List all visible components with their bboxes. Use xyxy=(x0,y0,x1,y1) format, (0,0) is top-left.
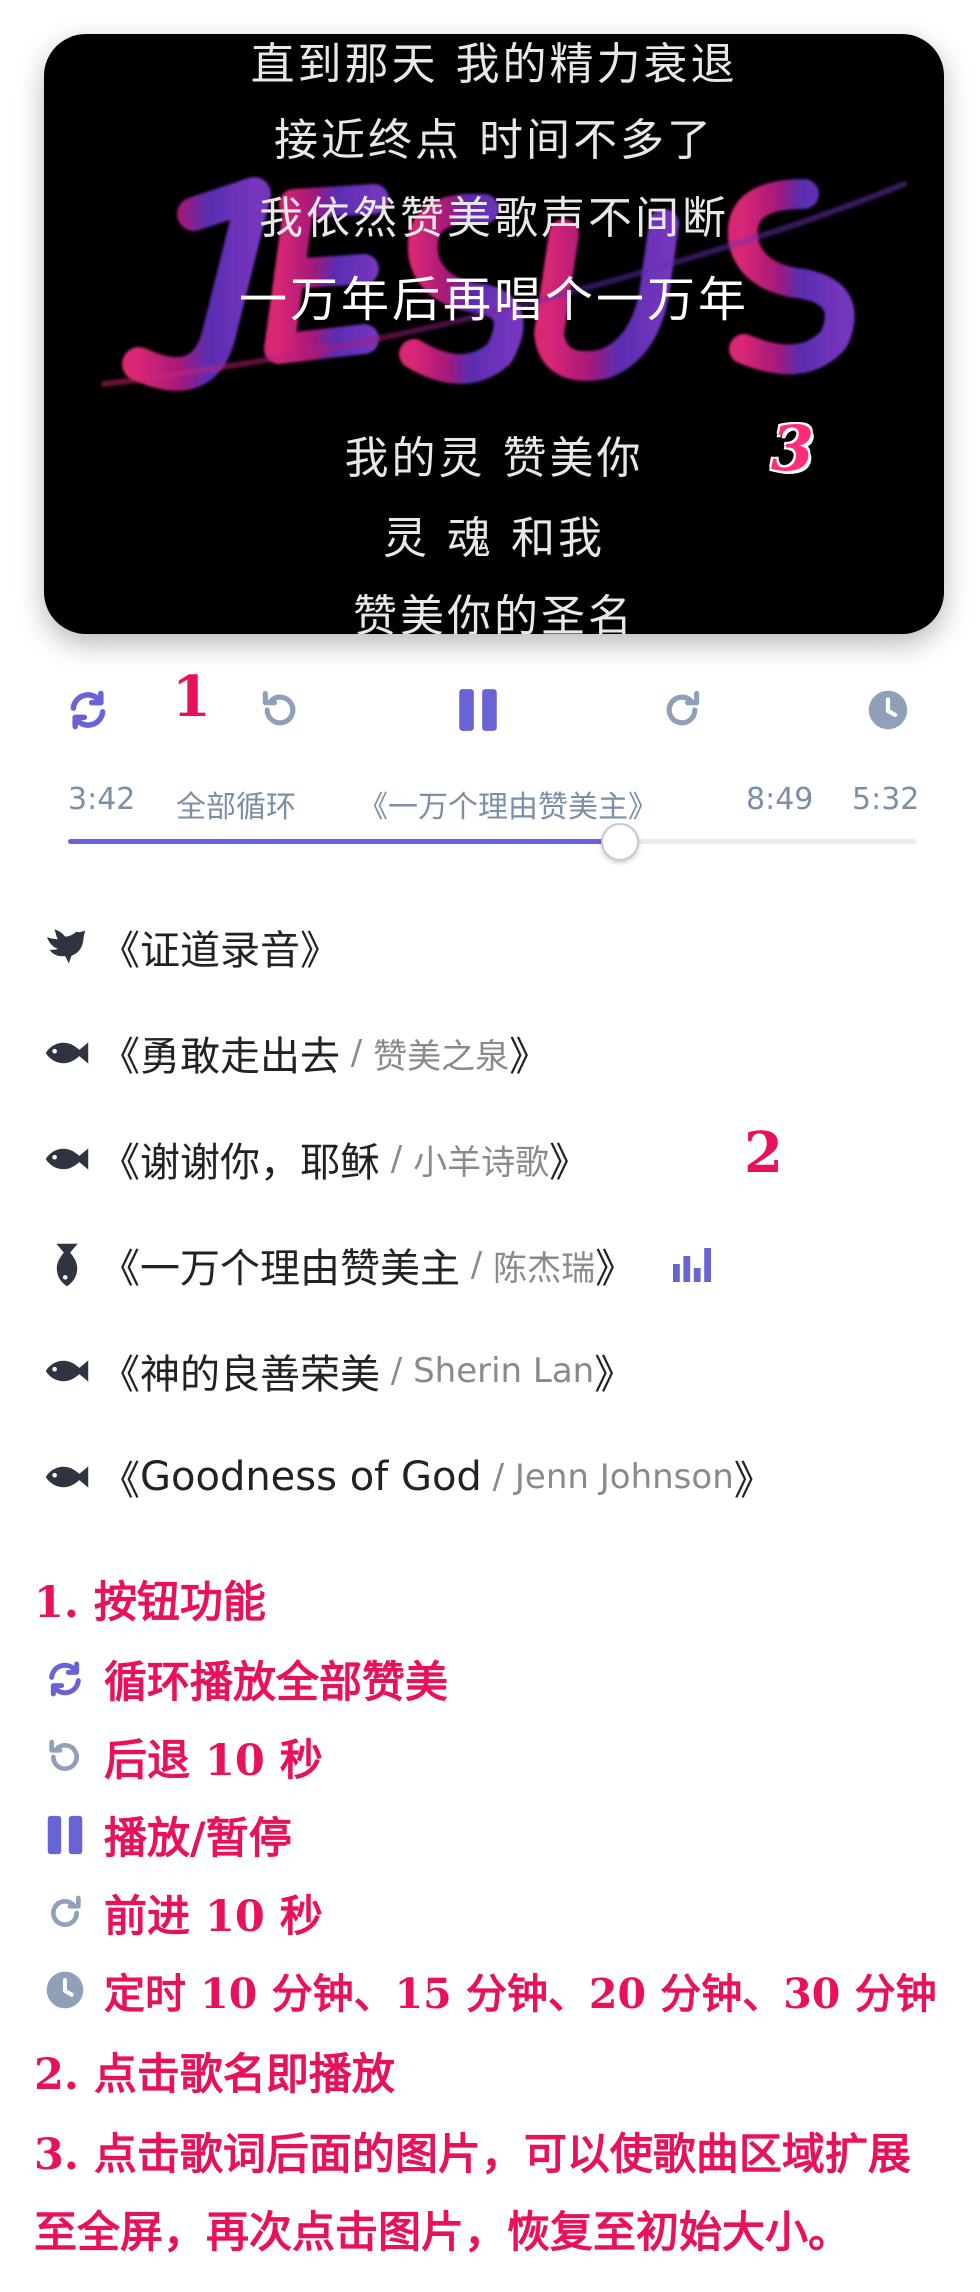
forward-10-button[interactable] xyxy=(652,680,712,740)
annotation-number-1: 1 xyxy=(172,664,211,730)
note-timer-text: 定时 10 分钟、15 分钟、20 分钟、30 分钟 xyxy=(104,1970,937,2018)
pause-icon xyxy=(47,1815,83,1855)
song-bracket-close: 》 xyxy=(300,928,340,974)
song-separator: / xyxy=(380,1351,414,1391)
note-play-pause-text: 播放/暂停 xyxy=(104,1814,292,1864)
lyric-line: 接近终点 时间不多了 xyxy=(274,115,714,166)
song-bracket-close: 》 xyxy=(595,1246,636,1292)
annotation-number-3: 3 xyxy=(770,412,814,485)
rewind-10-button[interactable] xyxy=(250,680,310,740)
progress-fill xyxy=(68,839,620,844)
lyrics-card[interactable]: 直到那天 我的精力衰退 接近终点 时间不多了 我依然赞美歌声不间断 一万年后再唱… xyxy=(44,34,944,634)
total-duration: 8:49 xyxy=(746,782,814,817)
notes-heading-1: 1. 按钮功能 xyxy=(34,1578,266,1628)
song-title: 神的良善荣美 xyxy=(140,1352,380,1398)
note-play-pause: 播放/暂停 xyxy=(40,1804,292,1866)
song-separator: / xyxy=(481,1457,515,1497)
fish-icon xyxy=(40,1026,94,1080)
notes-heading-3-line-2: 至全屏，再次点击图片，恢复至初始大小。 xyxy=(34,2208,851,2258)
now-playing-bars-icon xyxy=(673,1248,713,1282)
song-bracket-close: 》 xyxy=(509,1034,550,1080)
clock-icon xyxy=(868,690,908,730)
song-item[interactable]: 《证道录音》 xyxy=(40,912,340,982)
song-bracket-open: 《 xyxy=(100,1246,140,1292)
song-bracket-open: 《 xyxy=(100,1352,140,1398)
song-item[interactable]: 《 Goodness of God / Jenn Johnson 》 xyxy=(40,1442,774,1512)
lyric-line: 灵 魂 和我 xyxy=(383,513,605,564)
song-artist: 陈杰瑞 xyxy=(493,1248,596,1289)
loop-button[interactable] xyxy=(58,680,118,740)
lyric-line-current: 一万年后再唱个一万年 xyxy=(238,272,749,328)
progress-knob[interactable] xyxy=(601,823,640,861)
fish-icon xyxy=(40,1450,94,1504)
song-bracket-open: 《 xyxy=(100,1140,140,1186)
play-pause-button[interactable] xyxy=(448,680,508,740)
rewind-10-icon xyxy=(49,1739,79,1771)
remaining-time: 5:32 xyxy=(852,782,920,817)
note-rewind: 后退 10 秒 xyxy=(40,1726,323,1788)
elapsed-time: 3:42 xyxy=(68,782,136,817)
forward-10-icon xyxy=(666,690,700,726)
song-item[interactable]: 《谢谢你，耶稣 / 小羊诗歌》 xyxy=(40,1124,589,1194)
song-artist: Sherin Lan xyxy=(413,1351,595,1391)
song-bracket-open: 《 xyxy=(100,1458,140,1504)
notes-heading-2: 2. 点击歌名即播放 xyxy=(34,2050,395,2100)
note-forward-text: 前进 10 秒 xyxy=(104,1892,323,1942)
song-bracket-open: 《 xyxy=(100,1034,140,1080)
song-bracket-close: 》 xyxy=(549,1140,590,1186)
song-artist: 赞美之泉 xyxy=(373,1036,510,1077)
song-title: 勇敢走出去 xyxy=(140,1034,340,1080)
timer-button[interactable] xyxy=(858,680,918,740)
current-song-title: 《一万个理由赞美主》 xyxy=(358,790,658,825)
dove-icon xyxy=(40,920,94,974)
song-bracket-close: 》 xyxy=(733,1458,774,1504)
fish-icon xyxy=(40,1132,94,1186)
pause-icon xyxy=(459,689,497,731)
notes-heading-3-line-1: 3. 点击歌词后面的图片，可以使歌曲区域扩展 xyxy=(34,2130,911,2180)
song-item[interactable]: 《神的良善荣美 / Sherin Lan 》 xyxy=(40,1336,634,1406)
song-title: Goodness of God xyxy=(140,1454,482,1500)
repeat-icon xyxy=(70,690,106,730)
song-title: 谢谢你，耶稣 xyxy=(140,1140,380,1186)
song-bracket-open: 《 xyxy=(100,928,140,974)
lyric-line: 直到那天 我的精力衰退 xyxy=(250,39,738,90)
song-bracket-close: 》 xyxy=(594,1352,635,1398)
repeat-icon xyxy=(49,1661,81,1697)
note-forward: 前进 10 秒 xyxy=(40,1882,323,1944)
forward-10-icon xyxy=(51,1895,81,1927)
note-timer: 定时 10 分钟、15 分钟、20 分钟、30 分钟 xyxy=(40,1960,937,2020)
lyric-line: 我依然赞美歌声不间断 xyxy=(259,193,729,244)
rewind-10-icon xyxy=(262,690,296,726)
lyric-line: 赞美你的圣名 xyxy=(353,591,635,634)
song-title: 证道录音 xyxy=(140,928,300,974)
note-rewind-text: 后退 10 秒 xyxy=(104,1736,323,1786)
clock-icon xyxy=(46,1971,84,2009)
loop-mode-label[interactable]: 全部循环 xyxy=(176,782,296,826)
song-title: 一万个理由赞美主 xyxy=(140,1246,460,1292)
song-separator: / xyxy=(380,1139,414,1179)
fish-up-icon xyxy=(40,1238,94,1292)
fish-icon xyxy=(40,1344,94,1398)
note-loop: 循环播放全部赞美 xyxy=(40,1648,448,1710)
song-item[interactable]: 《一万个理由赞美主 / 陈杰瑞》 xyxy=(40,1230,713,1300)
song-artist: Jenn Johnson xyxy=(514,1457,734,1497)
song-separator: / xyxy=(340,1033,374,1073)
song-item[interactable]: 《勇敢走出去 / 赞美之泉》 xyxy=(40,1018,549,1088)
annotation-number-2: 2 xyxy=(744,1120,783,1186)
note-loop-text: 循环播放全部赞美 xyxy=(104,1658,448,1708)
song-separator: / xyxy=(460,1245,494,1285)
song-artist: 小羊诗歌 xyxy=(413,1142,550,1183)
